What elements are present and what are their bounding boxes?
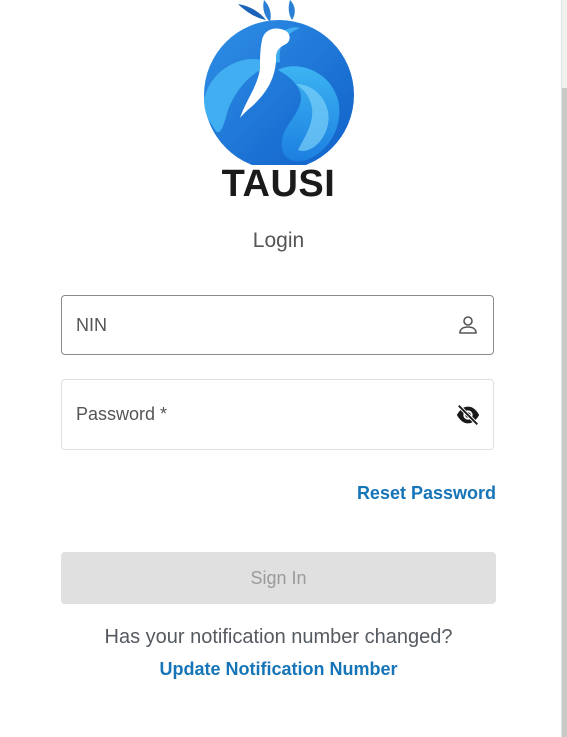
nin-input[interactable] xyxy=(76,296,443,354)
reset-password-link[interactable]: Reset Password xyxy=(357,483,496,504)
password-input[interactable] xyxy=(76,380,443,449)
eye-off-icon[interactable] xyxy=(455,402,481,428)
brand-name: TAUSI xyxy=(221,163,336,205)
password-field[interactable] xyxy=(61,379,494,450)
notification-question: Has your notification number changed? xyxy=(104,626,453,648)
nin-field[interactable] xyxy=(61,295,494,355)
page-scrollbar[interactable] xyxy=(561,0,567,737)
update-notification-link[interactable]: Update Notification Number xyxy=(0,659,557,680)
person-icon xyxy=(455,312,481,338)
page-title: Login xyxy=(252,229,305,252)
peacock-logo-icon xyxy=(200,0,358,170)
sign-in-button[interactable]: Sign In xyxy=(61,552,496,604)
scrollbar-thumb[interactable] xyxy=(562,88,567,737)
